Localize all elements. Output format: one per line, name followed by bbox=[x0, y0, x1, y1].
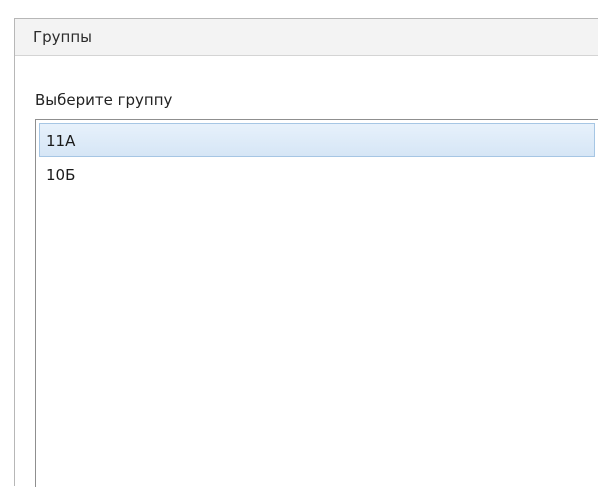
select-group-label: Выберите группу bbox=[35, 91, 173, 109]
panel-title: Группы bbox=[33, 28, 93, 46]
groups-listbox[interactable]: 11А 10Б bbox=[35, 119, 598, 487]
groups-panel: Группы Выберите группу 11А 10Б bbox=[14, 18, 598, 487]
list-item-group[interactable]: 10Б bbox=[39, 157, 595, 191]
list-item-group[interactable]: 11А bbox=[39, 123, 595, 157]
panel-header: Группы bbox=[15, 19, 598, 56]
list-item-label: 11А bbox=[46, 132, 76, 150]
list-item-label: 10Б bbox=[46, 166, 76, 184]
